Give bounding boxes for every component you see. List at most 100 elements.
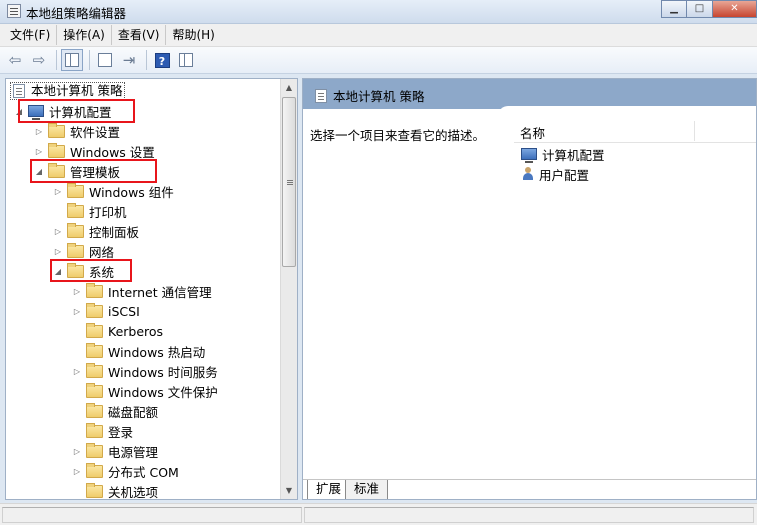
collapsed-arrow-icon[interactable]: ▷ <box>53 187 63 196</box>
tree-root-label: 本地计算机 策略 <box>31 83 123 98</box>
menu-file[interactable]: 文件(F) <box>4 25 58 45</box>
folder-icon <box>67 242 84 258</box>
tree-item-system-child[interactable]: Windows 文件保护 <box>72 381 218 401</box>
minimize-button[interactable]: ▁ <box>661 0 687 18</box>
tree-item-system-child[interactable]: 磁盘配额 <box>72 401 158 421</box>
help-icon: ? <box>154 52 170 68</box>
forward-arrow-icon: ⇨ <box>32 51 46 69</box>
collapsed-arrow-icon[interactable]: ▷ <box>72 447 82 456</box>
menu-bar: 文件(F) 操作(A) 查看(V) 帮助(H) <box>0 24 757 47</box>
tree-item-label: 网络 <box>89 244 115 260</box>
tree-item-system-child[interactable]: Windows 热启动 <box>72 341 205 361</box>
help-button[interactable]: ? <box>151 49 173 71</box>
column-header-name[interactable]: 名称 <box>514 119 756 143</box>
highlight-box-system <box>50 259 132 282</box>
column-header-label: 名称 <box>520 126 546 141</box>
tree-item-label: 登录 <box>108 424 134 440</box>
collapsed-arrow-icon[interactable]: ▷ <box>34 147 44 156</box>
collapsed-arrow-icon[interactable]: ▷ <box>34 127 44 136</box>
folder-icon <box>67 222 84 238</box>
tab-standard[interactable]: 标准 <box>345 480 389 499</box>
folder-icon <box>86 482 103 498</box>
window-controls: ▁ □ ✕ <box>661 0 757 20</box>
show-hide-tree-button[interactable] <box>61 49 83 71</box>
scroll-thumb[interactable] <box>282 97 296 267</box>
folder-icon <box>86 302 103 318</box>
menu-help[interactable]: 帮助(H) <box>166 25 220 45</box>
details-header-title: 本地计算机 策略 <box>333 89 425 104</box>
tree-item-label: 磁盘配额 <box>108 404 159 420</box>
tree-scrollbar[interactable]: ▲ ▼ <box>280 79 297 499</box>
folder-icon <box>48 142 65 158</box>
tree-item-software-settings[interactable]: ▷ 软件设置 <box>34 121 120 141</box>
folder-icon <box>86 462 103 478</box>
back-button[interactable]: ⇦ <box>4 49 26 71</box>
highlight-box-computer-config <box>18 99 135 123</box>
tree-item-printers[interactable]: 打印机 <box>53 201 127 221</box>
tree-root[interactable]: 本地计算机 策略 <box>10 81 126 101</box>
tree-item-system-child[interactable]: Kerberos <box>72 321 163 341</box>
tree-item-label: Windows 设置 <box>70 144 155 160</box>
folder-icon <box>86 322 103 338</box>
list-item-label: 计算机配置 <box>542 147 605 163</box>
collapsed-arrow-icon[interactable]: ▷ <box>53 227 63 236</box>
tree-item-system-child[interactable]: 关机选项 <box>72 481 159 500</box>
policy-document-icon <box>315 88 327 103</box>
grip-icon <box>287 180 293 181</box>
tree-pane: 本地计算机 策略 ◢ 计算机配置 ▷ 软件设置 ▷ Windows 设置 ◢ 管… <box>5 78 298 500</box>
menu-view[interactable]: 查看(V) <box>112 25 167 45</box>
folder-icon <box>86 442 103 458</box>
forward-button[interactable]: ⇨ <box>28 49 50 71</box>
policy-document-icon <box>13 84 25 98</box>
list-item-user-config[interactable]: 用户配置 <box>521 164 589 184</box>
folder-icon <box>86 422 103 438</box>
collapsed-arrow-icon[interactable]: ▷ <box>53 247 63 256</box>
details-view-button[interactable] <box>175 49 197 71</box>
tab-extended[interactable]: 扩展 <box>307 480 351 499</box>
status-cell <box>2 507 302 523</box>
list-item-label: 用户配置 <box>539 167 590 183</box>
folder-icon <box>86 282 103 298</box>
scroll-down-arrow-icon[interactable]: ▼ <box>281 482 297 499</box>
close-button[interactable]: ✕ <box>713 0 757 18</box>
collapsed-arrow-icon[interactable]: ▷ <box>72 287 82 296</box>
collapsed-arrow-icon[interactable]: ▷ <box>72 467 82 476</box>
menu-action[interactable]: 操作(A) <box>57 25 112 45</box>
export-list-button[interactable]: ⇥ <box>118 49 140 71</box>
back-arrow-icon: ⇦ <box>8 51 22 69</box>
collapsed-arrow-icon[interactable]: ▷ <box>72 307 82 316</box>
gpedit-app-icon <box>7 4 21 18</box>
toolbar-separator <box>146 50 147 70</box>
close-icon: ✕ <box>730 3 739 14</box>
tree-item-system-child[interactable]: ▷ Windows 时间服务 <box>72 361 218 381</box>
folder-icon <box>67 202 84 218</box>
status-bar <box>0 503 757 525</box>
toolbar-separator <box>89 50 90 70</box>
list-item-computer-config[interactable]: 计算机配置 <box>521 144 605 164</box>
properties-button[interactable] <box>94 49 116 71</box>
tree-item-label: 关机选项 <box>108 484 159 500</box>
details-view-icon <box>179 53 193 67</box>
export-list-icon: ⇥ <box>122 51 136 69</box>
tree-item-control-panel[interactable]: ▷ 控制面板 <box>53 221 139 241</box>
scroll-up-arrow-icon[interactable]: ▲ <box>281 79 297 96</box>
folder-icon <box>48 122 65 138</box>
status-cell <box>304 507 754 523</box>
tree-item-windows-settings[interactable]: ▷ Windows 设置 <box>34 141 155 161</box>
maximize-button[interactable]: □ <box>687 0 713 18</box>
minimize-icon: ▁ <box>670 3 678 14</box>
column-separator[interactable] <box>694 121 695 141</box>
tree-item-system-child[interactable]: 登录 <box>72 421 133 441</box>
tree-item-label: Internet 通信管理 <box>108 284 212 300</box>
tree-item-windows-components[interactable]: ▷ Windows 组件 <box>53 181 174 201</box>
tree-item-system-child[interactable]: ▷ 分布式 COM <box>72 461 179 481</box>
tree-item-system-child[interactable]: ▷ 电源管理 <box>72 441 158 461</box>
highlight-box-admin-templates <box>30 159 157 183</box>
collapsed-arrow-icon[interactable]: ▷ <box>72 367 82 376</box>
tree-item-system-child[interactable]: ▷ Internet 通信管理 <box>72 281 212 301</box>
tree-item-system-child[interactable]: ▷ iSCSI <box>72 301 140 321</box>
tree-item-label: 打印机 <box>89 204 127 220</box>
tree-item-network[interactable]: ▷ 网络 <box>53 241 114 261</box>
toolbar: ⇦ ⇨ ⇥ ? <box>0 47 757 74</box>
tree-item-label: Kerberos <box>108 323 164 339</box>
